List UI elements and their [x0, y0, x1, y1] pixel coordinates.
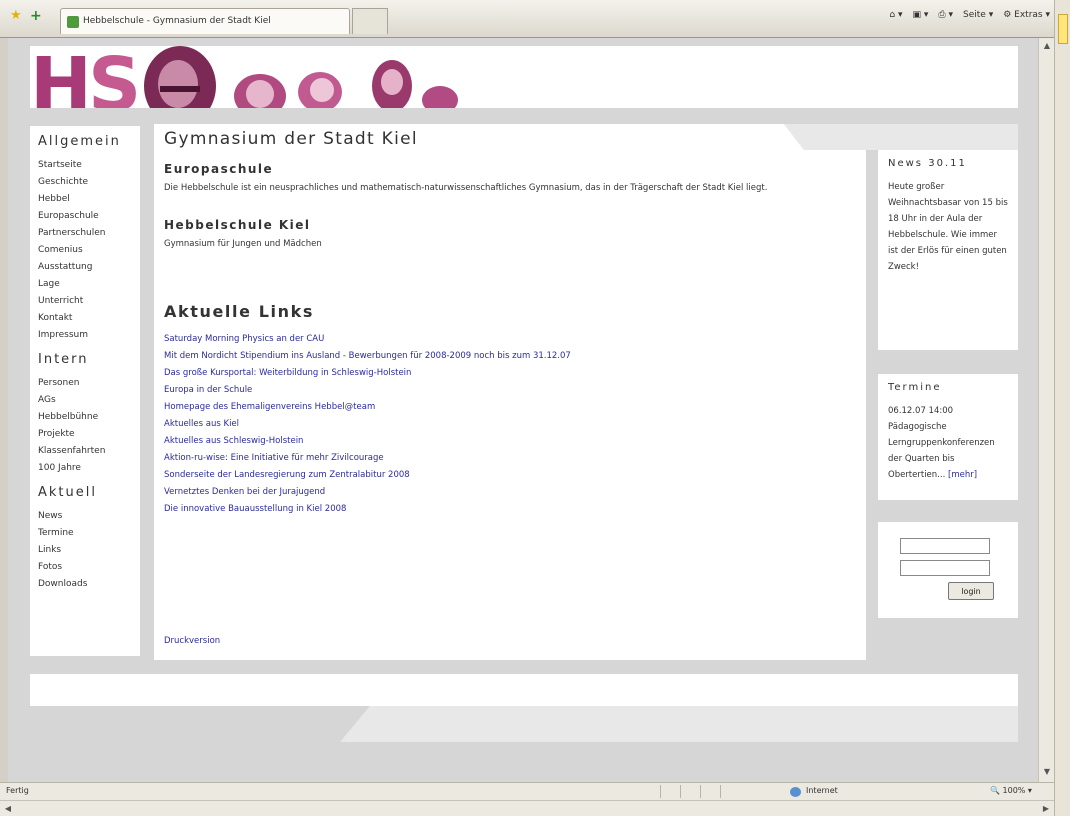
nav-item-ags[interactable]: AGs [38, 392, 132, 409]
left-navigation: Allgemein Startseite Geschichte Hebbel E… [30, 126, 140, 656]
print-icon[interactable]: ⎙ ▾ [938, 10, 953, 20]
username-input[interactable] [900, 538, 990, 554]
vertical-scrollbar[interactable]: ▲ ▼ [1038, 38, 1054, 782]
nav-item-unterricht[interactable]: Unterricht [38, 293, 132, 310]
login-box: login [878, 522, 1018, 618]
nav-item-klassenfahrten[interactable]: Klassenfahrten [38, 443, 132, 460]
nav-item-comenius[interactable]: Comenius [38, 242, 132, 259]
scroll-left-arrow-icon[interactable]: ◀ [2, 803, 14, 815]
browser-tab-title: Hebbelschule - Gymnasium der Stadt Kiel [83, 16, 271, 26]
browser-tab-bar: ★ + Hebbelschule - Gymnasium der Stadt K… [0, 0, 1070, 38]
nav-item-partnerschulen[interactable]: Partnerschulen [38, 225, 132, 242]
nav-item-downloads[interactable]: Downloads [38, 576, 132, 593]
links-heading: Aktuelle Links [164, 302, 314, 321]
hebbelschule-text: Gymnasium für Jungen und Mädchen [164, 239, 322, 249]
nav-item-news[interactable]: News [38, 508, 132, 525]
link-item[interactable]: Aktuelles aus Kiel [164, 416, 856, 433]
nav-item-lage[interactable]: Lage [38, 276, 132, 293]
status-text: Fertig [6, 786, 29, 795]
link-item[interactable]: Die innovative Bauausstellung in Kiel 20… [164, 501, 856, 518]
page-viewport: HS Allgemein Startseite Geschichte Hebbe… [8, 38, 1038, 782]
news-box: News 30.11 Heute großer Weihnachtsbasar … [878, 150, 1018, 350]
termine-text: 06.12.07 14:00 Pädagogische Lerngruppenk… [888, 403, 1008, 483]
page-footer [30, 674, 1018, 706]
status-bar: Fertig Internet 🔍 100% ▾ [0, 782, 1054, 800]
nav-item-links[interactable]: Links [38, 542, 132, 559]
termine-more-link[interactable]: [mehr] [948, 470, 977, 480]
nav-item-ausstattung[interactable]: Ausstattung [38, 259, 132, 276]
window-edge [1054, 0, 1070, 816]
termine-box: Termine 06.12.07 14:00 Pädagogische Lern… [878, 374, 1018, 500]
news-heading: News 30.11 [888, 158, 967, 169]
scroll-down-arrow-icon[interactable]: ▼ [1041, 766, 1053, 778]
nav-item-kontakt[interactable]: Kontakt [38, 310, 132, 327]
tools-menu[interactable]: ⚙ Extras ▾ [1003, 10, 1050, 20]
password-input[interactable] [900, 560, 990, 576]
main-content: Europaschule Die Hebbelschule ist ein ne… [154, 150, 866, 660]
add-favorites-icon[interactable]: + [30, 8, 42, 24]
scroll-up-arrow-icon[interactable]: ▲ [1041, 40, 1053, 52]
page-title-tab: Gymnasium der Stadt Kiel [154, 124, 744, 150]
security-zone: Internet [790, 786, 838, 797]
link-item[interactable]: Vernetztes Denken bei der Jurajugend [164, 484, 856, 501]
banner-divider [30, 108, 450, 114]
nav-item-100-jahre[interactable]: 100 Jahre [38, 460, 132, 477]
termine-heading: Termine [888, 382, 942, 393]
link-item[interactable]: Mit dem Nordicht Stipendium ins Ausland … [164, 348, 856, 365]
nav-heading-intern: Intern [38, 352, 89, 367]
zoom-level[interactable]: 🔍 100% ▾ [990, 786, 1032, 795]
footer-decoration [340, 706, 1018, 742]
portrait-collage-image [144, 46, 458, 108]
page-favicon-icon [67, 16, 79, 28]
nav-item-fotos[interactable]: Fotos [38, 559, 132, 576]
nav-item-personen[interactable]: Personen [38, 375, 132, 392]
nav-item-europaschule[interactable]: Europaschule [38, 208, 132, 225]
europaschule-text: Die Hebbelschule ist ein neusprachliches… [164, 183, 768, 193]
favorites-star-icon[interactable]: ★ [10, 9, 22, 22]
new-tab-button[interactable] [352, 8, 388, 34]
page-menu[interactable]: Seite ▾ [963, 10, 993, 20]
login-button[interactable]: login [948, 582, 994, 600]
feeds-icon[interactable]: ▣ ▾ [913, 10, 929, 20]
nav-item-termine[interactable]: Termine [38, 525, 132, 542]
europaschule-heading: Europaschule [164, 162, 274, 176]
nav-item-startseite[interactable]: Startseite [38, 157, 132, 174]
link-item[interactable]: Homepage des Ehemaligenvereins Hebbel@te… [164, 399, 856, 416]
nav-item-hebbel[interactable]: Hebbel [38, 191, 132, 208]
nav-heading-aktuell: Aktuell [38, 485, 97, 500]
link-item[interactable]: Saturday Morning Physics an der CAU [164, 331, 856, 348]
title-decoration [744, 124, 1018, 150]
home-icon[interactable]: ⌂ ▾ [889, 10, 902, 20]
hebbelschule-heading: Hebbelschule Kiel [164, 218, 311, 232]
link-item[interactable]: Sonderseite der Landesregierung zum Zent… [164, 467, 856, 484]
nav-heading-allgemein: Allgemein [38, 134, 121, 149]
link-item[interactable]: Das große Kursportal: Weiterbildung in S… [164, 365, 856, 382]
link-item[interactable]: Aktuelles aus Schleswig-Holstein [164, 433, 856, 450]
browser-tab[interactable]: Hebbelschule - Gymnasium der Stadt Kiel [60, 8, 350, 34]
scroll-right-arrow-icon[interactable]: ▶ [1040, 803, 1052, 815]
link-item[interactable]: Aktion-ru-wise: Eine Initiative für mehr… [164, 450, 856, 467]
school-logo: HS [30, 46, 141, 108]
termine-entry: 06.12.07 14:00 Pädagogische Lerngruppenk… [888, 406, 995, 480]
nav-item-projekte[interactable]: Projekte [38, 426, 132, 443]
nav-item-impressum[interactable]: Impressum [38, 327, 132, 344]
link-item[interactable]: Europa in der Schule [164, 382, 856, 399]
info-bar-marker [1058, 14, 1068, 44]
news-text: Heute großer Weihnachtsbasar von 15 bis … [888, 182, 1008, 272]
nav-item-geschichte[interactable]: Geschichte [38, 174, 132, 191]
horizontal-scrollbar[interactable]: ◀ ▶ [0, 800, 1054, 816]
command-bar: ⌂ ▾ ▣ ▾ ⎙ ▾ Seite ▾ ⚙ Extras ▾ [889, 10, 1050, 20]
print-version-link[interactable]: Druckversion [164, 636, 220, 646]
nav-item-hebbelbuehne[interactable]: Hebbelbühne [38, 409, 132, 426]
header-banner: HS [30, 46, 1018, 108]
page-title: Gymnasium der Stadt Kiel [164, 129, 418, 149]
